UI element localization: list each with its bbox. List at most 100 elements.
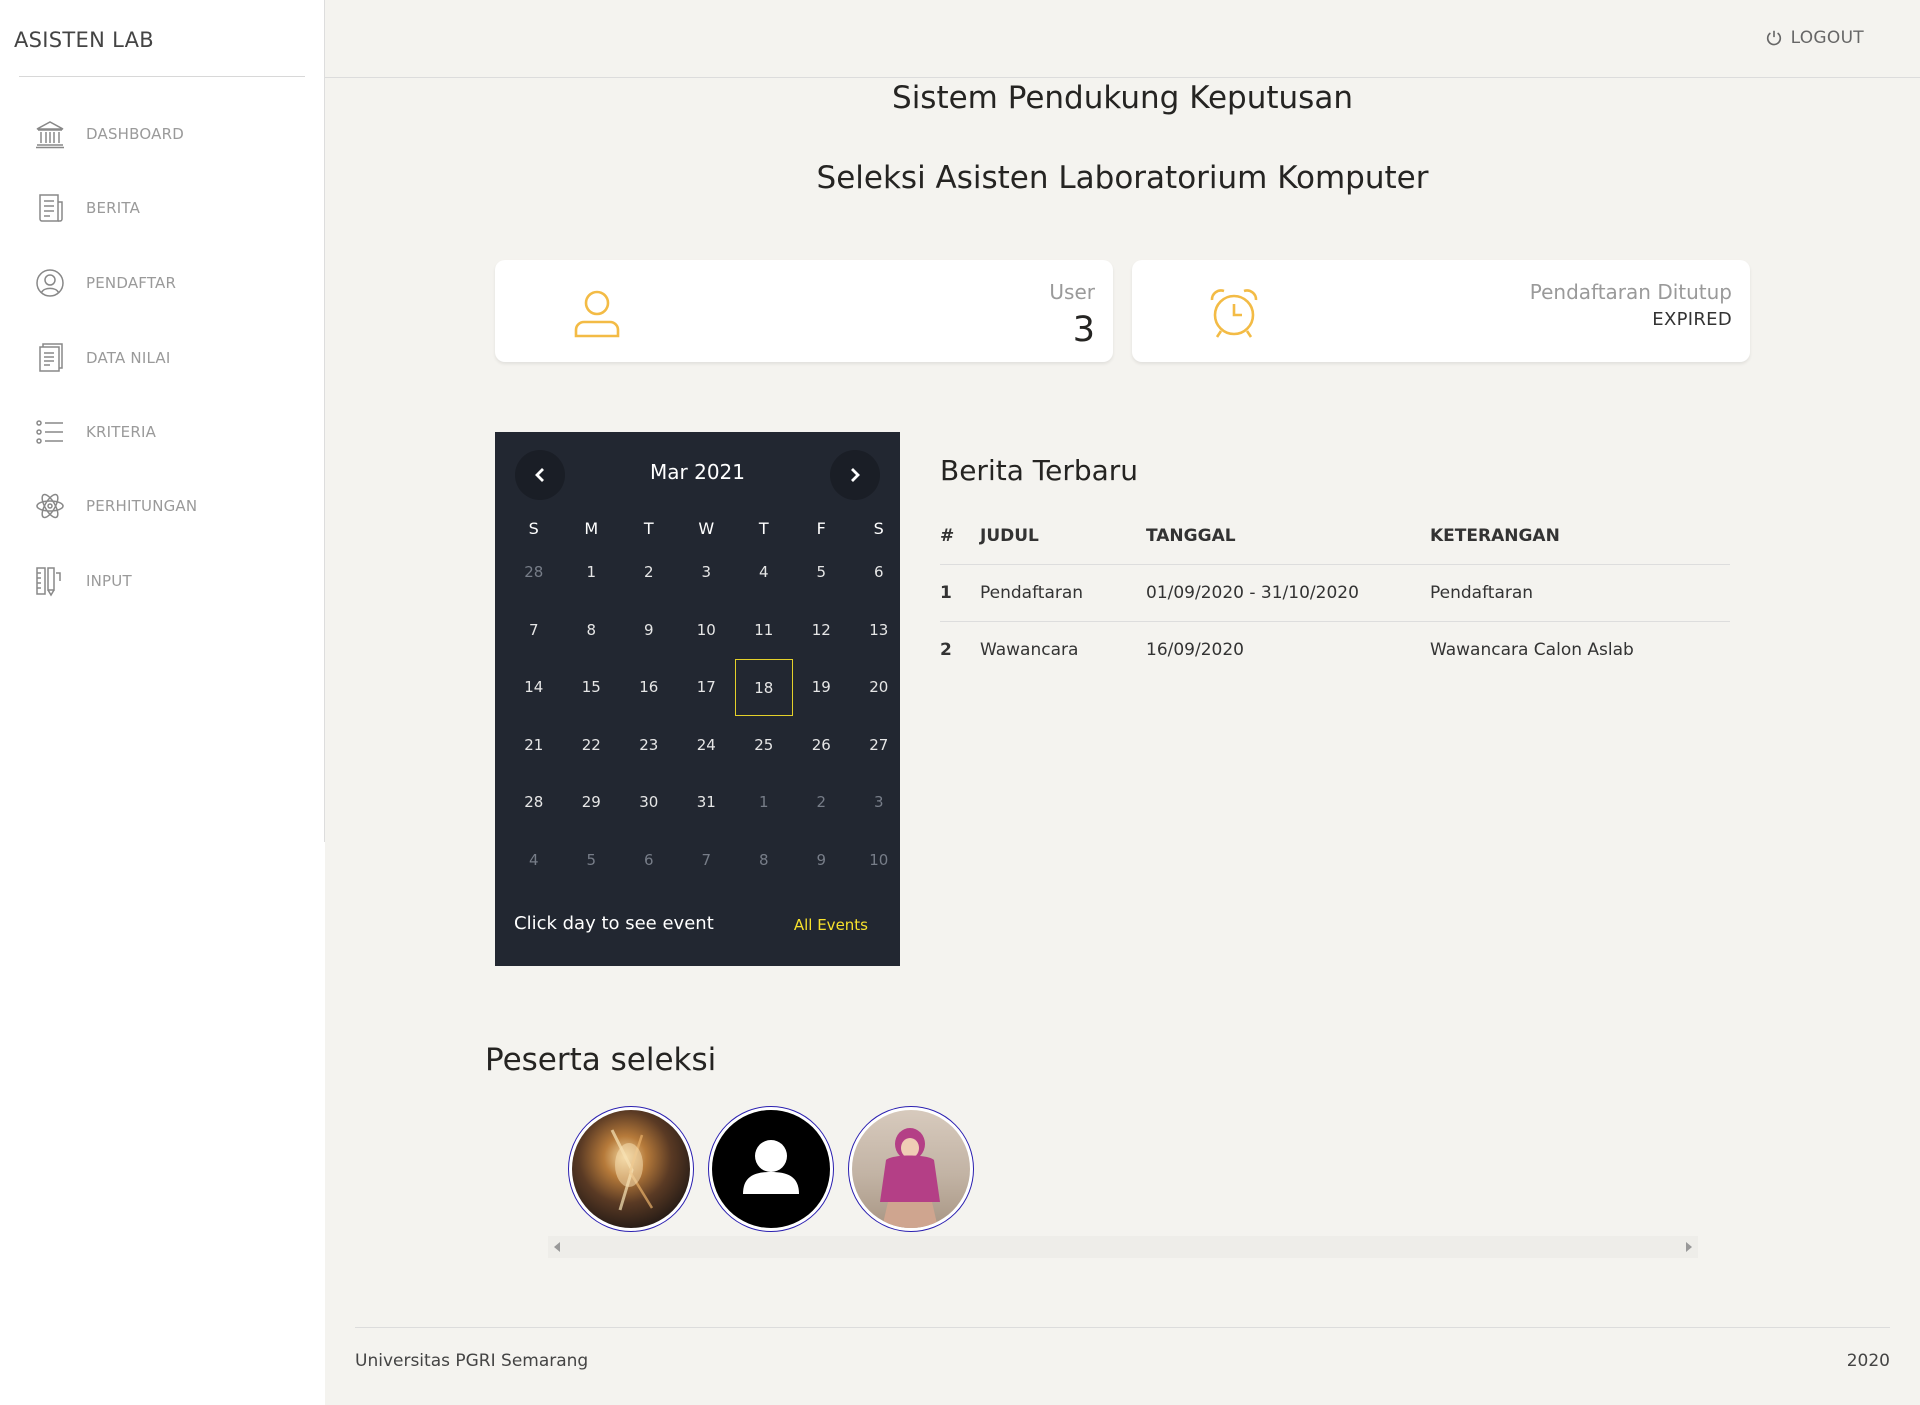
- calendar-day[interactable]: 27: [850, 717, 908, 774]
- table-cell: 16/09/2020: [1146, 639, 1244, 660]
- calendar-day-today[interactable]: 18: [735, 659, 793, 717]
- header-divider: [325, 77, 1920, 78]
- calendar-day[interactable]: 28: [505, 544, 563, 601]
- calendar-day[interactable]: 15: [563, 659, 621, 716]
- calendar-day[interactable]: 17: [678, 659, 736, 716]
- table-cell: 2: [940, 639, 952, 660]
- calendar-day[interactable]: 21: [505, 717, 563, 774]
- calendar-day[interactable]: 16: [620, 659, 678, 716]
- user-circle-icon: [34, 267, 66, 299]
- table-cell: Wawancara: [980, 639, 1079, 660]
- calendar-grid: S M T W T F S 28 1 2 3 4 5 6 7 8 9 10 11…: [505, 514, 908, 889]
- table-cell: 1: [940, 564, 980, 622]
- calendar-day[interactable]: 8: [735, 832, 793, 889]
- column-header: KETERANGAN: [1430, 508, 1730, 565]
- calendar-week: 7 8 9 10 11 12 13: [505, 602, 908, 660]
- calendar-day[interactable]: 2: [793, 774, 851, 831]
- calendar-day[interactable]: 1: [735, 774, 793, 831]
- calendar-day[interactable]: 9: [793, 832, 851, 889]
- all-events-link[interactable]: All Events: [794, 916, 868, 934]
- scroll-left-arrow-icon[interactable]: [554, 1242, 560, 1252]
- chevron-right-icon: [851, 468, 860, 482]
- scroll-right-arrow-icon[interactable]: [1686, 1242, 1692, 1252]
- participant-avatar[interactable]: [708, 1106, 834, 1232]
- calendar-weekday-row: S M T W T F S: [505, 514, 908, 544]
- calendar-day[interactable]: 2: [620, 544, 678, 601]
- calendar-day[interactable]: 28: [505, 774, 563, 831]
- calendar-day[interactable]: 29: [563, 774, 621, 831]
- calendar-day[interactable]: 5: [563, 832, 621, 889]
- sidebar-border: [324, 0, 325, 842]
- table-cell: 01/09/2020 - 31/10/2020: [1146, 564, 1430, 622]
- calendar-day[interactable]: 7: [505, 602, 563, 659]
- table-header-row: # JUDUL TANGGAL KETERANGAN: [940, 508, 1730, 565]
- column-header: TANGGAL: [1146, 508, 1430, 565]
- column-header: JUDUL: [980, 508, 1146, 565]
- sidebar-item-input[interactable]: INPUT: [34, 561, 304, 601]
- news-icon: [34, 192, 66, 224]
- calendar-day[interactable]: 10: [850, 832, 908, 889]
- calendar-day[interactable]: 8: [563, 602, 621, 659]
- atom-icon: [34, 490, 66, 522]
- table-row: 2 Wawancara 16/09/2020 Wawancara Calon A…: [940, 621, 1730, 678]
- sidebar-item-kriteria[interactable]: KRITERIA: [34, 412, 304, 452]
- logout-label: LOGOUT: [1790, 28, 1864, 48]
- calendar-day[interactable]: 12: [793, 602, 851, 659]
- calendar-day[interactable]: 23: [620, 717, 678, 774]
- document-icon: [34, 342, 66, 374]
- avatar-image: [852, 1110, 970, 1228]
- participant-avatar[interactable]: [568, 1106, 694, 1232]
- calendar-day[interactable]: 6: [620, 832, 678, 889]
- logout-button[interactable]: LOGOUT: [1765, 28, 1864, 48]
- weekday-label: T: [758, 519, 769, 538]
- calendar-day[interactable]: 10: [678, 602, 736, 659]
- calendar-day[interactable]: 4: [505, 832, 563, 889]
- calendar-day[interactable]: 1: [563, 544, 621, 601]
- weekday-label: F: [816, 519, 826, 538]
- sidebar-item-label: PENDAFTAR: [86, 274, 177, 292]
- calendar-day[interactable]: 4: [735, 544, 793, 601]
- sidebar-item-label: DASHBOARD: [86, 125, 184, 143]
- calendar-day[interactable]: 24: [678, 717, 736, 774]
- calendar-day[interactable]: 25: [735, 717, 793, 774]
- calendar-day[interactable]: 5: [793, 544, 851, 601]
- calendar-day[interactable]: 7: [678, 832, 736, 889]
- calendar-day[interactable]: 11: [735, 602, 793, 659]
- user-stat-title: User: [1049, 280, 1095, 304]
- calendar-day[interactable]: 31: [678, 774, 736, 831]
- ruler-pencil-icon: [34, 565, 66, 597]
- footer-year: 2020: [1846, 1351, 1890, 1371]
- sidebar-item-dashboard[interactable]: DASHBOARD: [34, 114, 304, 154]
- calendar-day[interactable]: 9: [620, 602, 678, 659]
- weekday-label: T: [643, 519, 654, 538]
- calendar-day[interactable]: 22: [563, 717, 621, 774]
- calendar-day[interactable]: 3: [850, 774, 908, 831]
- sidebar-item-berita[interactable]: BERITA: [34, 188, 304, 228]
- participants-scrollbar[interactable]: [548, 1236, 1698, 1258]
- alarm-clock-icon: [1207, 286, 1261, 340]
- calendar-next-button[interactable]: [830, 450, 880, 500]
- participant-avatar[interactable]: [848, 1106, 974, 1232]
- calendar-day[interactable]: 20: [850, 659, 908, 716]
- calendar-day[interactable]: 26: [793, 717, 851, 774]
- sidebar-item-label: KRITERIA: [86, 423, 157, 441]
- sidebar-item-pendaftar[interactable]: PENDAFTAR: [34, 263, 304, 303]
- default-user-avatar-icon: [712, 1110, 830, 1228]
- calendar-day[interactable]: 19: [793, 659, 851, 716]
- sidebar-item-data-nilai[interactable]: DATA NILAI: [34, 338, 304, 378]
- registration-status-card: Pendaftaran Ditutup EXPIRED: [1132, 260, 1750, 362]
- calendar-day[interactable]: 3: [678, 544, 736, 601]
- calendar-day[interactable]: 6: [850, 544, 908, 601]
- calendar-week: 28 1 2 3 4 5 6: [505, 544, 908, 602]
- calendar-day[interactable]: 14: [505, 659, 563, 716]
- brand-title[interactable]: ASISTEN LAB: [14, 28, 154, 52]
- sidebar-item-perhitungan[interactable]: PERHITUNGAN: [34, 486, 304, 526]
- page-subtitle: Seleksi Asisten Laboratorium Komputer: [816, 160, 1429, 196]
- sidebar-item-label: BERITA: [86, 199, 141, 217]
- calendar-day[interactable]: 13: [850, 602, 908, 659]
- calendar-week: 14 15 16 17 18 19 20: [505, 659, 908, 717]
- column-header: #: [940, 508, 980, 565]
- weekday-label: M: [584, 519, 599, 538]
- calendar-day[interactable]: 30: [620, 774, 678, 831]
- power-icon: [1766, 30, 1781, 46]
